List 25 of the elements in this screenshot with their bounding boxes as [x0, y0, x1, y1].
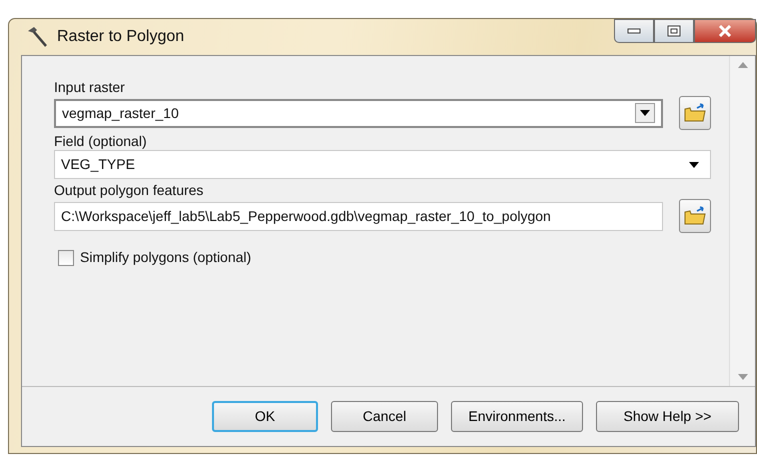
folder-icon: [684, 206, 706, 226]
scroll-up-icon[interactable]: [738, 62, 748, 68]
browse-button[interactable]: [679, 199, 711, 233]
minimize-button[interactable]: [614, 19, 654, 43]
dialog-button[interactable]: Cancel: [331, 401, 438, 432]
dialog-button[interactable]: Show Help >>: [596, 401, 739, 432]
checkbox[interactable]: [58, 250, 74, 266]
input-field[interactable]: C:\Workspace\jeff_lab5\Lab5_Pepperwood.gdb\vegmap_raster_10_to_polygon: [54, 202, 663, 230]
dialog-button[interactable]: Environments...: [451, 401, 583, 432]
close-icon: [718, 25, 732, 37]
field-label: Output polygon features: [54, 181, 204, 199]
minimize-icon: [627, 28, 641, 34]
browse-button[interactable]: [679, 96, 711, 130]
field-label: Field (optional): [54, 132, 148, 150]
dropdown-field[interactable]: VEG_TYPE: [54, 150, 711, 179]
window-title: Raster to Polygon: [57, 27, 184, 47]
checkbox-label: Simplify polygons (optional): [80, 248, 252, 267]
combo-box[interactable]: vegmap_raster_10: [54, 98, 663, 128]
close-button[interactable]: [694, 19, 756, 43]
dialog-button[interactable]: OK: [212, 401, 318, 432]
folder-icon: [684, 103, 706, 123]
scroll-down-icon[interactable]: [738, 374, 748, 380]
maximize-icon: [667, 25, 681, 37]
field-label: Input raster: [54, 78, 126, 96]
maximize-button[interactable]: [654, 19, 694, 43]
